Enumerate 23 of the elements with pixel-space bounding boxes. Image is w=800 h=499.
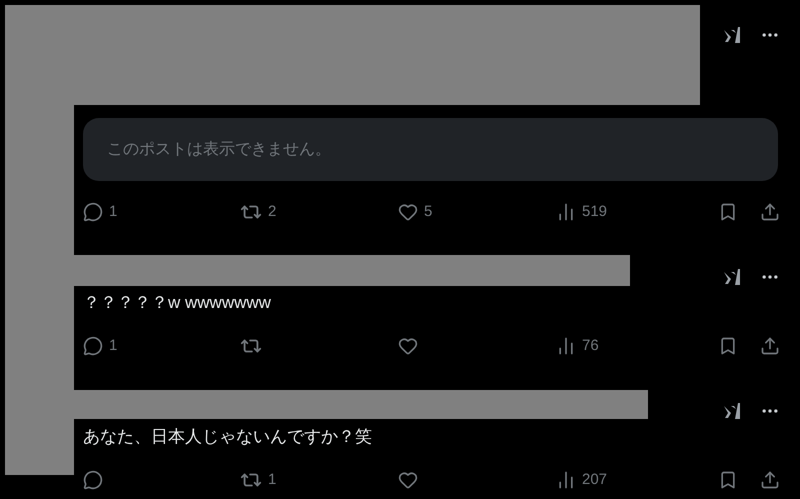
slash-icon[interactable] bbox=[722, 267, 742, 287]
slash-icon[interactable] bbox=[722, 401, 742, 421]
reply-icon[interactable] bbox=[83, 202, 103, 222]
count-text: 1 bbox=[268, 470, 276, 490]
reply-icon[interactable] bbox=[83, 336, 103, 356]
count-text: 5 bbox=[424, 202, 432, 222]
share-icon[interactable] bbox=[760, 470, 780, 490]
count-text: 2 bbox=[268, 202, 276, 222]
slash-icon[interactable] bbox=[722, 25, 742, 45]
share-icon[interactable] bbox=[760, 336, 780, 356]
share-icon[interactable] bbox=[760, 202, 780, 222]
reply-icon[interactable] bbox=[83, 470, 103, 490]
quote-card: このポストは表示できません。 bbox=[83, 118, 778, 181]
count-text: 1 bbox=[109, 336, 118, 356]
count-text: 76 bbox=[582, 336, 599, 356]
count-text: 207 bbox=[582, 470, 608, 490]
like-icon[interactable] bbox=[398, 470, 418, 490]
like-icon[interactable] bbox=[398, 336, 418, 356]
post-text: あなた、日本人じゃないんですか？笑 bbox=[83, 426, 372, 448]
count-text: 519 bbox=[582, 202, 608, 222]
like-icon[interactable] bbox=[398, 202, 418, 222]
post-text: ？？？？？w wwwwwww bbox=[83, 292, 271, 314]
count-text: 1 bbox=[109, 202, 118, 222]
